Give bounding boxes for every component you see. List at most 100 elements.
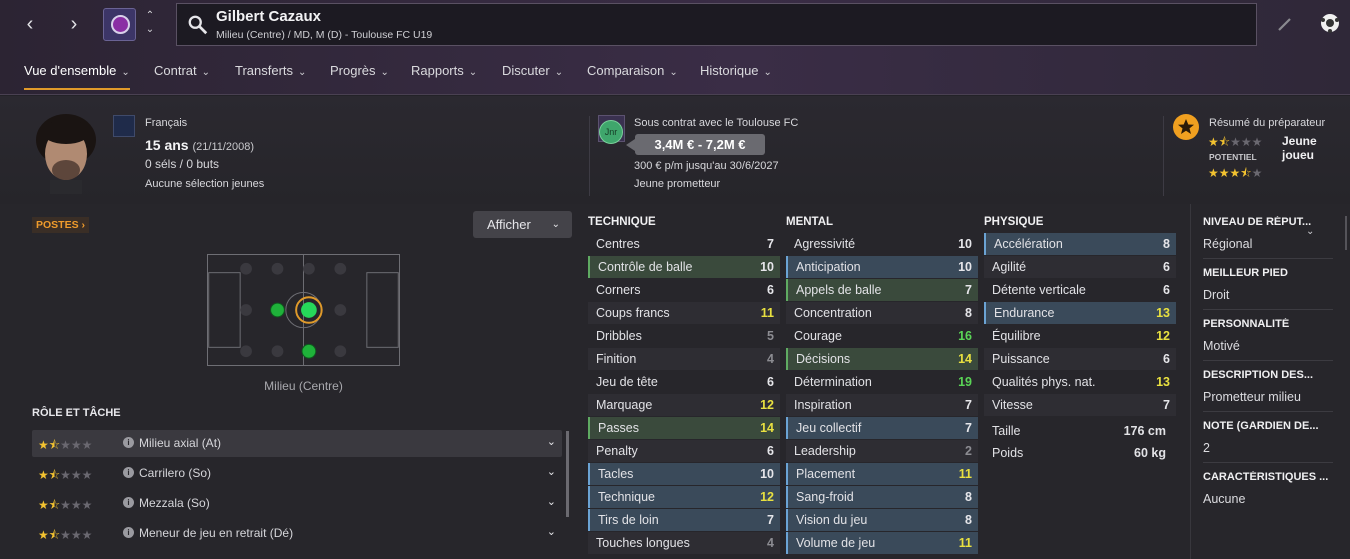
attribute-row[interactable]: Décisions 14 — [786, 348, 978, 370]
attribute-value: 8 — [965, 306, 972, 320]
transfer-value[interactable]: 3,4M € - 7,2M € — [635, 134, 765, 155]
attribute-row[interactable]: Finition 4 — [588, 348, 780, 370]
role-row[interactable]: ★⯪★★★ i Meneur de jeu en retrait (Dé) ⌄ — [32, 520, 562, 547]
attribute-row[interactable]: Coups francs 11 — [588, 302, 780, 324]
attribute-row[interactable]: Équilibre 12 — [984, 325, 1176, 347]
attribute-row[interactable]: Tacles 10 — [588, 463, 780, 485]
attribute-name: Décisions — [796, 352, 851, 366]
role-stars: ★⯪★★★ — [38, 438, 93, 452]
attribute-value: 16 — [958, 329, 972, 343]
preferred-foot-value: Droit — [1203, 288, 1230, 302]
attribute-value: 6 — [767, 375, 774, 389]
technique-title: TECHNIQUE — [588, 216, 656, 228]
attribute-row[interactable]: Qualités phys. nat. 13 — [984, 371, 1176, 393]
up-down-icon[interactable]: ⌃ ⌄ — [143, 9, 157, 39]
panel-scrollbar[interactable] — [1345, 216, 1347, 250]
goalkeeper-note-key: NOTE (GARDIEN DE... — [1203, 420, 1319, 432]
forward-button[interactable]: › — [60, 12, 88, 38]
attribute-row[interactable]: Courage 16 — [786, 325, 978, 347]
contract-type: Jeune prometteur — [634, 178, 721, 190]
attribute-name: Dribbles — [596, 329, 642, 343]
attribute-value: 13 — [1156, 306, 1170, 320]
search-bar[interactable]: Gilbert Cazaux Milieu (Centre) / MD, M (… — [176, 3, 1257, 46]
reputation-value: Régional — [1203, 237, 1253, 251]
chevron-down-icon[interactable]: ⌄ — [1306, 226, 1314, 237]
role-row[interactable]: ★⯪★★★ i Mezzala (So) ⌄ — [32, 490, 562, 517]
personality-value: Motivé — [1203, 339, 1240, 353]
attribute-row[interactable]: Agilité 6 — [984, 256, 1176, 278]
role-stars: ★⯪★★★ — [38, 468, 93, 482]
attribute-row[interactable]: Centres 7 — [588, 233, 780, 255]
tab-discuss[interactable]: Discuter ⌄ — [502, 60, 563, 90]
attribute-row[interactable]: Jeu de tête 6 — [588, 371, 780, 393]
football-icon[interactable] — [1319, 12, 1341, 34]
chevron-down-icon[interactable]: ⌄ — [547, 465, 556, 478]
attribute-row[interactable]: Dribbles 5 — [588, 325, 780, 347]
attribute-row[interactable]: Anticipation 10 — [786, 256, 978, 278]
positions-tag-label: POSTES — [36, 219, 79, 231]
back-button[interactable]: ‹ — [16, 12, 44, 38]
tab-label: Rapports — [411, 63, 464, 78]
attribute-row[interactable]: Passes 14 — [588, 417, 780, 439]
chevron-right-icon: › — [70, 13, 78, 35]
pencil-icon[interactable] — [1276, 15, 1294, 33]
attribute-name: Volume de jeu — [796, 536, 876, 550]
attribute-row[interactable]: Contrôle de balle 10 — [588, 256, 780, 278]
attribute-row[interactable]: Sang-froid 8 — [786, 486, 978, 508]
tab-overview[interactable]: Vue d'ensemble ⌄ — [24, 60, 130, 90]
attribute-row[interactable]: Détente verticale 6 — [984, 279, 1176, 301]
description-item: DESCRIPTION DES... Prometteur milieu — [1203, 369, 1333, 412]
attribute-row[interactable]: Détermination 19 — [786, 371, 978, 393]
attribute-row[interactable]: Endurance 13 — [984, 302, 1176, 324]
chevron-down-icon[interactable]: ⌄ — [547, 525, 556, 538]
attribute-value: 11 — [958, 536, 972, 550]
chevron-down-icon[interactable]: ⌄ — [547, 495, 556, 508]
show-dropdown[interactable]: Afficher ⌄ — [473, 211, 572, 238]
attribute-row[interactable]: Leadership 2 — [786, 440, 978, 462]
attribute-name: Appels de balle — [796, 283, 882, 297]
attribute-row[interactable]: Vitesse 7 — [984, 394, 1176, 416]
attribute-row[interactable]: Inspiration 7 — [786, 394, 978, 416]
tab-history[interactable]: Historique ⌄ — [700, 60, 772, 90]
role-row[interactable]: ★⯪★★★ i Milieu axial (At) ⌄ — [32, 430, 562, 457]
attribute-row[interactable]: Appels de balle 7 — [786, 279, 978, 301]
attribute-row[interactable]: Concentration 8 — [786, 302, 978, 324]
attribute-row[interactable]: Volume de jeu 11 — [786, 532, 978, 554]
info-panel: NIVEAU DE RÉPUT... Régional MEILLEUR PIED… — [1190, 204, 1350, 559]
attribute-row[interactable]: Corners 6 — [588, 279, 780, 301]
tab-transfers[interactable]: Transferts ⌄ — [235, 60, 306, 90]
role-stars: ★⯪★★★ — [38, 528, 93, 542]
chevron-down-icon[interactable]: ⌄ — [547, 435, 556, 448]
attribute-row[interactable]: Marquage 12 — [588, 394, 780, 416]
chevron-down-icon: ⌄ — [551, 219, 560, 230]
attribute-row[interactable]: Technique 12 — [588, 486, 780, 508]
positions-tag[interactable]: POSTES › — [32, 217, 90, 233]
info-icon[interactable]: i — [123, 467, 134, 478]
player-avatar — [36, 114, 96, 194]
attribute-row[interactable]: Vision du jeu 8 — [786, 509, 978, 531]
attribute-name: Courage — [794, 329, 842, 343]
weight-row: Poids 60 kg — [984, 442, 1176, 464]
attribute-value: 7 — [767, 513, 774, 527]
role-label: Meneur de jeu en retrait (Dé) — [139, 526, 294, 540]
player-name: Gilbert Cazaux — [216, 8, 322, 25]
attribute-row[interactable]: Penalty 6 — [588, 440, 780, 462]
attribute-row[interactable]: Accélération 8 — [984, 233, 1176, 255]
info-icon[interactable]: i — [123, 497, 134, 508]
attribute-row[interactable]: Tirs de loin 7 — [588, 509, 780, 531]
height-value: 176 cm — [1123, 424, 1166, 438]
attribute-row[interactable]: Puissance 6 — [984, 348, 1176, 370]
club-badge-icon[interactable] — [103, 8, 136, 41]
tab-reports[interactable]: Rapports ⌄ — [411, 60, 477, 90]
info-icon[interactable]: i — [123, 527, 134, 538]
attribute-row[interactable]: Agressivité 10 — [786, 233, 978, 255]
tab-contract[interactable]: Contrat ⌄ — [154, 60, 210, 90]
attribute-row[interactable]: Touches longues 4 — [588, 532, 780, 554]
role-scrollbar[interactable] — [566, 431, 569, 517]
attribute-row[interactable]: Placement 11 — [786, 463, 978, 485]
tab-progress[interactable]: Progrès ⌄ — [330, 60, 389, 90]
tab-compare[interactable]: Comparaison ⌄ — [587, 60, 678, 90]
attribute-row[interactable]: Jeu collectif 7 — [786, 417, 978, 439]
role-row[interactable]: ★⯪★★★ i Carrilero (So) ⌄ — [32, 460, 562, 487]
info-icon[interactable]: i — [123, 437, 134, 448]
